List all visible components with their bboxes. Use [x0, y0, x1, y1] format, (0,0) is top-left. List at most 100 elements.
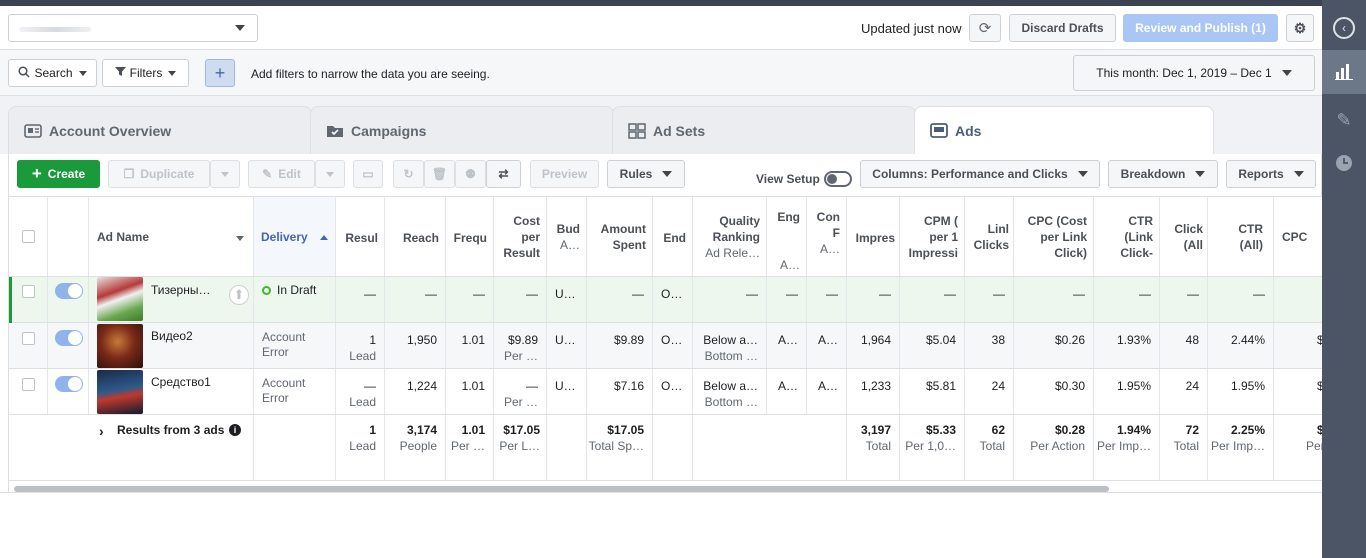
header-budget[interactable]: Bud A… [547, 197, 587, 276]
conversion-ranking: A… [817, 333, 838, 347]
tab-ad-sets[interactable]: Ad Sets [612, 106, 916, 154]
header-impressions[interactable]: Impres [847, 197, 900, 276]
header-results[interactable]: Resul [336, 197, 385, 276]
tab-campaigns[interactable]: Campaigns [310, 106, 614, 154]
review-publish-button[interactable]: Review and Publish (1) [1123, 14, 1278, 42]
columns-dropdown[interactable]: Columns: Performance and Clicks [860, 160, 1100, 188]
summary-ctr-all-type: Per Imp… [1210, 439, 1265, 453]
header-cpc[interactable]: CPC [1274, 197, 1322, 276]
summary-cpc-type: Per ( [1306, 439, 1322, 453]
filters-button[interactable]: Filters [102, 59, 189, 87]
table-row[interactable]: Видео2 Account Error 1 Lead 1,950 1.01 $9.… [9, 323, 1322, 369]
duplicate-button[interactable]: ❐ Duplicate [108, 160, 210, 188]
search-button[interactable]: Search [8, 59, 97, 87]
preview-button[interactable]: Preview [530, 160, 599, 188]
summary-impressions-type: Total [865, 439, 891, 453]
header-reach[interactable]: Reach [385, 197, 446, 276]
header-delivery[interactable]: Delivery [254, 197, 336, 276]
audience-button[interactable]: ⚉ [455, 160, 486, 188]
conversion-ranking: — [826, 287, 838, 301]
ad-name[interactable]: Тизерны… [151, 283, 210, 297]
duplicate-dropdown[interactable] [210, 160, 240, 188]
header-label: CPC [1282, 230, 1308, 244]
summary-ctr-all: 2.25% [1230, 423, 1265, 437]
impressions: 1,233 [860, 379, 891, 393]
cost-per-result: $9.89 [507, 333, 538, 347]
ad-name[interactable]: Средство1 [151, 375, 211, 389]
row-checkbox[interactable] [22, 332, 35, 345]
pencil-icon: ✎ [1336, 109, 1352, 130]
reports-dropdown[interactable]: Reports [1226, 160, 1316, 188]
summary-amount-spent: $17.05 [607, 423, 644, 437]
breakdown-label: Breakdown [1120, 167, 1186, 181]
summary-impressions: 3,197 [860, 423, 891, 437]
chevron-right-icon[interactable]: › [99, 423, 104, 439]
ad-name[interactable]: Видео2 [151, 329, 193, 343]
header-line: CTR [1128, 214, 1153, 228]
edit-dropdown[interactable] [315, 160, 345, 188]
bar-chart-icon [1335, 62, 1353, 83]
header-conversion-ranking[interactable]: Con F A… [807, 197, 847, 276]
header-line: CPC (Cost [1027, 214, 1087, 228]
summary-label[interactable]: Results from 3 ads [117, 423, 224, 437]
chevron-down-icon [235, 25, 245, 31]
rules-button[interactable]: Rules [607, 160, 685, 188]
edit-panel-button[interactable]: ✎ [1322, 98, 1366, 142]
delete-button[interactable]: 🗑 [424, 160, 455, 188]
ad-toggle[interactable] [55, 283, 83, 299]
plus-icon: + [214, 62, 226, 83]
ad-toggle[interactable] [55, 376, 83, 392]
header-label: Frequ [453, 231, 487, 245]
table-row[interactable]: Средство1 Account Error — Lead 1,224 1.01 … [9, 369, 1322, 415]
header-cost-per-result[interactable]: Cost per Result [494, 197, 547, 276]
revert-button[interactable]: ↻ [393, 160, 424, 188]
table-toolbar: + Create ❐ Duplicate ✎ Edit ▭ ↻ 🗑 ⚉ ⇄ Pr… [8, 154, 1322, 196]
select-all-checkbox[interactable] [22, 230, 35, 243]
header-cpc-link[interactable]: CPC (Cost per Link Click) [1014, 197, 1094, 276]
header-clicks-all[interactable]: Click (All [1160, 197, 1208, 276]
row-checkbox[interactable] [22, 378, 35, 391]
account-selector[interactable] [8, 14, 258, 42]
row-checkbox[interactable] [22, 285, 35, 298]
tab-ads[interactable]: Ads [914, 106, 1214, 155]
tab-account-overview[interactable]: Account Overview [8, 106, 312, 154]
collapse-panel-button[interactable]: ‹ [1322, 6, 1366, 50]
header-select-all [9, 197, 48, 276]
header-frequency[interactable]: Frequ [446, 197, 494, 276]
cpc-link: $0.30 [1054, 379, 1085, 393]
chevron-down-icon[interactable] [236, 236, 244, 241]
clipboard-button[interactable]: ▭ [353, 160, 383, 188]
header-ends[interactable]: End [653, 197, 693, 276]
header-ctr-link[interactable]: CTR (Link Click- [1094, 197, 1160, 276]
impressions: — [879, 287, 891, 301]
header-link-clicks[interactable]: Linl Clicks [965, 197, 1014, 276]
info-icon[interactable]: i [229, 424, 241, 436]
create-button[interactable]: + Create [17, 160, 100, 188]
header-amount-spent[interactable]: Amount Spent [587, 197, 653, 276]
edit-button[interactable]: ✎ Edit [248, 160, 315, 188]
clicks-all: 48 [1185, 333, 1199, 347]
compare-button[interactable]: ⇄ [486, 160, 521, 188]
cpc-link: $0.26 [1054, 333, 1085, 347]
charts-button[interactable] [1322, 50, 1366, 94]
header-cpm[interactable]: CPM (per 1 Impressi [900, 197, 965, 276]
refresh-button[interactable]: ⟳ [969, 14, 1001, 42]
summary-reach-type: People [399, 439, 437, 453]
history-panel-button[interactable] [1322, 142, 1366, 186]
header-ctr-all[interactable]: CTR (All) [1208, 197, 1274, 276]
date-range-picker[interactable]: This month: Dec 1, 2019 – Dec 1 [1073, 55, 1315, 91]
header-engagement-ranking[interactable]: Eng A… [767, 197, 807, 276]
cpm: $5.81 [925, 379, 956, 393]
table-row[interactable]: Тизерны… ⬆ In Draft — — — — U… — O… — — … [9, 277, 1322, 323]
ad-toggle[interactable] [55, 330, 83, 346]
view-setup-toggle[interactable] [824, 171, 852, 187]
breakdown-dropdown[interactable]: Breakdown [1108, 160, 1218, 188]
header-quality-ranking[interactable]: Quality Ranking Ad Rele… [693, 197, 767, 276]
add-filter-button[interactable]: + [205, 59, 235, 87]
upload-icon[interactable]: ⬆ [229, 285, 249, 305]
settings-button[interactable]: ⚙ [1286, 14, 1314, 42]
cpm: — [944, 287, 956, 301]
discard-drafts-button[interactable]: Discard Drafts [1009, 14, 1116, 42]
header-line: CPM ( [924, 214, 958, 228]
header-ad-name[interactable]: Ad Name [89, 197, 254, 276]
